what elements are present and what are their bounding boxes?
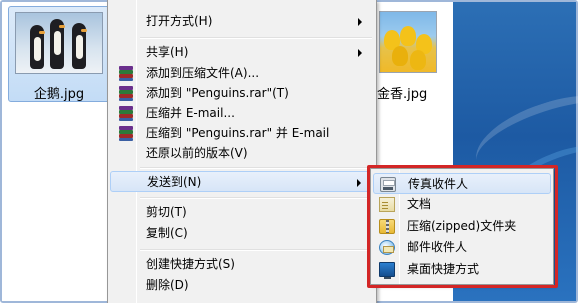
menu-item-restore-previous-versions[interactable]: 还原以前的版本(V)	[110, 143, 374, 164]
context-menu: 打开方式(H) 共享(H) 添加到压缩文件(A)... 添加到 "Penguin…	[107, 0, 377, 303]
winrar-icon	[118, 86, 134, 101]
menu-item-label: 压缩并 E-mail...	[146, 106, 235, 120]
submenu-item-label: 文档	[407, 197, 432, 211]
menu-item-add-to-penguins-rar[interactable]: 添加到 "Penguins.rar"(T)	[110, 83, 374, 104]
documents-icon	[379, 197, 395, 212]
menu-separator	[140, 37, 372, 39]
menu-item-label: 打开方式(H)	[146, 14, 213, 28]
menu-item-label: 添加到压缩文件(A)...	[146, 66, 260, 80]
file-item-penguins[interactable]: 企鹅.jpg	[8, 6, 110, 102]
menu-item-delete[interactable]: 删除(D)	[110, 275, 374, 296]
menu-item-label: 剪切(T)	[146, 205, 187, 219]
file-name-label[interactable]: 金香.jpg	[377, 83, 427, 102]
menu-item-label: 压缩到 "Penguins.rar" 并 E-mail	[146, 126, 330, 140]
menu-item-add-to-archive[interactable]: 添加到压缩文件(A)...	[110, 63, 374, 84]
menu-separator	[140, 167, 372, 169]
submenu-item-label: 桌面快捷方式	[407, 262, 480, 276]
menu-item-cut[interactable]: 剪切(T)	[110, 202, 374, 223]
menu-item-label: 还原以前的版本(V)	[146, 146, 248, 160]
chevron-right-icon	[357, 179, 361, 187]
menu-item-compress-and-email[interactable]: 压缩并 E-mail...	[110, 103, 374, 124]
file-name-label: 企鹅.jpg	[33, 87, 85, 102]
penguins-thumbnail	[15, 12, 103, 74]
desktop-icon	[379, 262, 395, 279]
submenu-item-mail-recipient[interactable]: 邮件收件人	[373, 237, 551, 258]
menu-separator	[140, 197, 372, 199]
menu-item-label: 复制(C)	[146, 226, 188, 240]
menu-separator	[140, 249, 372, 251]
submenu-item-zipped-folder[interactable]: 压缩(zipped)文件夹	[373, 216, 551, 237]
menu-item-label: 共享(H)	[146, 45, 189, 59]
menu-item-share[interactable]: 共享(H)	[110, 42, 374, 63]
zip-folder-icon	[379, 219, 395, 234]
menu-item-copy[interactable]: 复制(C)	[110, 223, 374, 244]
submenu-item-documents[interactable]: 文档	[373, 194, 551, 215]
chevron-right-icon	[358, 49, 362, 57]
menu-item-create-shortcut[interactable]: 创建快捷方式(S)	[110, 254, 374, 275]
submenu-item-label: 压缩(zipped)文件夹	[407, 219, 517, 233]
menu-item-label: 创建快捷方式(S)	[146, 257, 235, 271]
submenu-item-fax-recipient[interactable]: 传真收件人	[373, 173, 551, 194]
chevron-right-icon	[358, 18, 362, 26]
menu-item-label: 添加到 "Penguins.rar"(T)	[146, 86, 289, 100]
fax-icon	[380, 177, 396, 192]
submenu-item-desktop-shortcut[interactable]: 桌面快捷方式	[373, 259, 551, 280]
menu-item-compress-to-rar-and-email[interactable]: 压缩到 "Penguins.rar" 并 E-mail	[110, 123, 374, 144]
send-to-submenu: 传真收件人 文档 压缩(zipped)文件夹 邮件收件人 桌面快捷方式	[370, 168, 554, 285]
menu-item-label: 删除(D)	[146, 278, 189, 292]
mail-recipient-icon	[379, 240, 395, 255]
winrar-icon	[118, 66, 134, 81]
winrar-icon	[118, 126, 134, 141]
submenu-item-label: 传真收件人	[408, 177, 469, 191]
submenu-item-label: 邮件收件人	[407, 240, 468, 254]
winrar-icon	[118, 106, 134, 121]
tulips-thumbnail[interactable]	[379, 11, 437, 73]
menu-item-send-to[interactable]: 发送到(N)	[110, 171, 374, 192]
menu-item-label: 发送到(N)	[147, 175, 202, 189]
menu-item-open-with[interactable]: 打开方式(H)	[110, 11, 374, 32]
